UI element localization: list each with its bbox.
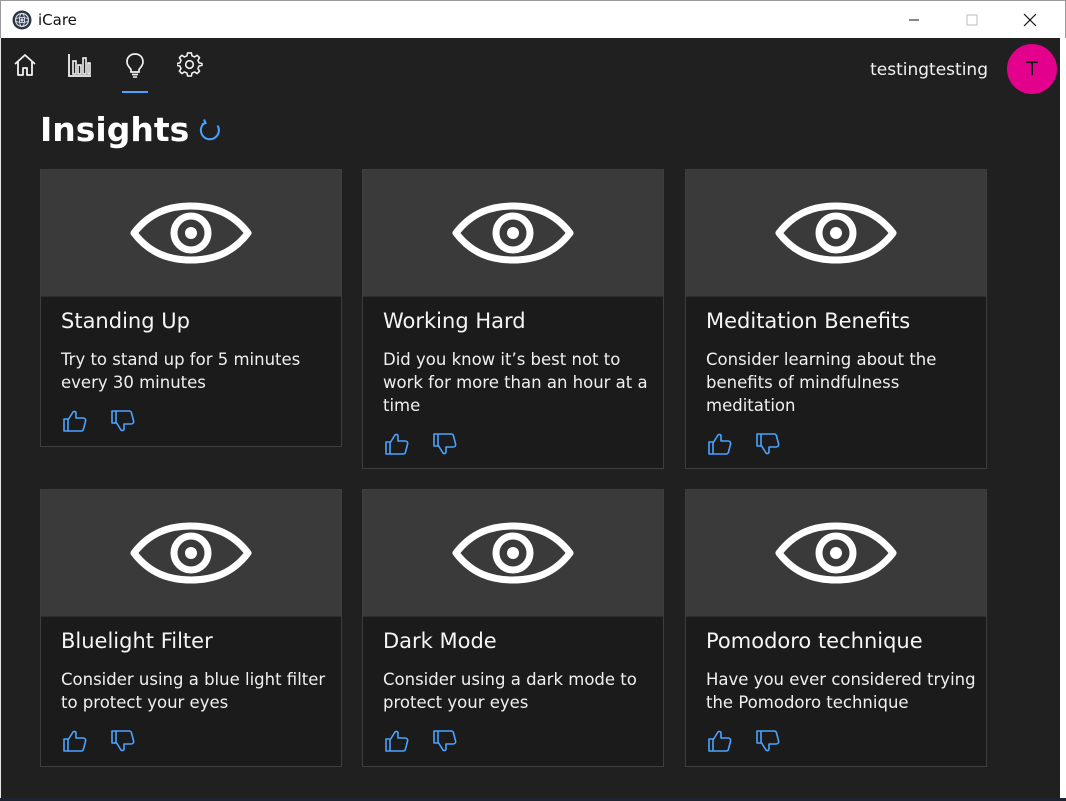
eye-icon [130, 522, 252, 584]
card-feedback-actions [63, 410, 135, 432]
top-navigation: testingtesting T [1, 38, 1060, 96]
card-feedback-actions [385, 730, 457, 752]
card-description: Consider learning about the benefits of … [706, 350, 937, 415]
like-button[interactable] [708, 433, 732, 455]
window-titlebar[interactable]: iCare [0, 0, 1066, 38]
like-button[interactable] [708, 730, 732, 752]
dislike-button[interactable] [111, 410, 135, 432]
dislike-button[interactable] [433, 433, 457, 455]
thumbs-down-icon[interactable] [756, 433, 780, 455]
insight-card: Standing Up Try to stand up for 5 minutes… [40, 169, 342, 447]
minimize-button[interactable] [885, 1, 943, 38]
insight-card: Dark Mode Consider using a dark mode to p… [362, 489, 664, 767]
close-button[interactable] [1001, 1, 1059, 38]
card-title: Bluelight Filter [61, 629, 213, 653]
username-label: testingtesting [870, 60, 988, 80]
eye-icon [775, 522, 897, 584]
page-title: Insights [40, 110, 190, 149]
card-title: Standing Up [61, 309, 190, 333]
like-button[interactable] [63, 730, 87, 752]
home-icon[interactable] [12, 52, 38, 78]
minimize-icon [909, 19, 919, 20]
card-title: Pomodoro technique [706, 629, 923, 653]
eye-icon [130, 202, 252, 264]
thumbs-down-icon[interactable] [756, 730, 780, 752]
card-title: Meditation Benefits [706, 309, 911, 333]
like-button[interactable] [385, 433, 409, 455]
card-hero-image [41, 170, 341, 297]
eye-icon [452, 202, 574, 264]
gear-icon[interactable] [177, 52, 203, 78]
card-title: Dark Mode [383, 629, 497, 653]
window-edge [1060, 38, 1066, 801]
thumbs-down-icon[interactable] [433, 730, 457, 752]
card-description: Have you ever considered trying the Pomo… [706, 670, 976, 712]
maximize-button[interactable] [943, 1, 1001, 38]
card-hero-image [363, 170, 663, 297]
card-feedback-actions [385, 433, 457, 455]
dislike-button[interactable] [756, 730, 780, 752]
active-tab-indicator [122, 91, 148, 93]
card-description: Try to stand up for 5 minutes every 30 m… [61, 350, 301, 392]
insight-card: Bluelight Filter Consider using a blue li… [40, 489, 342, 767]
thumbs-up-icon[interactable] [708, 730, 732, 752]
thumbs-down-icon[interactable] [111, 730, 135, 752]
insight-card: Pomodoro technique Have you ever consider… [685, 489, 987, 767]
card-description: Did you know it’s best not to work for m… [383, 350, 648, 415]
card-description: Consider using a dark mode to protect yo… [383, 670, 637, 712]
thumbs-up-icon[interactable] [385, 433, 409, 455]
avatar-initial: T [1026, 58, 1038, 80]
dislike-button[interactable] [111, 730, 135, 752]
card-hero-image [686, 170, 986, 297]
card-hero-image [363, 490, 663, 617]
card-title: Working Hard [383, 309, 526, 333]
card-feedback-actions [708, 730, 780, 752]
like-button[interactable] [63, 410, 87, 432]
card-hero-image [41, 490, 341, 617]
card-hero-image [686, 490, 986, 617]
thumbs-up-icon[interactable] [708, 433, 732, 455]
insight-card: Meditation Benefits Consider learning abo… [685, 169, 987, 469]
eye-icon [775, 202, 897, 264]
app-content: testingtesting T Insights Standing Up Try… [1, 38, 1060, 798]
lightbulb-icon[interactable] [122, 52, 148, 78]
dislike-button[interactable] [756, 433, 780, 455]
like-button[interactable] [385, 730, 409, 752]
maximize-icon [966, 14, 978, 25]
bar-chart-icon[interactable] [67, 52, 93, 78]
eye-icon [452, 522, 574, 584]
insight-card: Working Hard Did you know it’s best not t… [362, 169, 664, 469]
thumbs-up-icon[interactable] [63, 730, 87, 752]
thumbs-down-icon[interactable] [433, 433, 457, 455]
thumbs-up-icon[interactable] [63, 410, 87, 432]
window-title: iCare [38, 11, 77, 29]
card-feedback-actions [63, 730, 135, 752]
card-description: Consider using a blue light filter to pr… [61, 670, 326, 712]
dislike-button[interactable] [433, 730, 457, 752]
refresh-icon[interactable] [197, 118, 223, 144]
card-feedback-actions [708, 433, 780, 455]
thumbs-up-icon[interactable] [385, 730, 409, 752]
avatar[interactable]: T [1007, 44, 1057, 94]
thumbs-down-icon[interactable] [111, 410, 135, 432]
app-logo-icon [12, 10, 32, 30]
close-icon [1023, 13, 1037, 26]
